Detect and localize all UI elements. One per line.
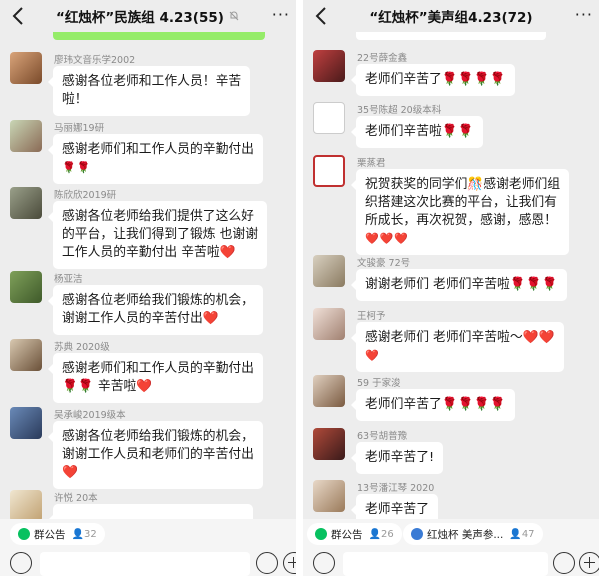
previous-bubble-tail xyxy=(53,32,265,40)
back-arrow-icon[interactable] xyxy=(311,4,333,28)
avatar[interactable] xyxy=(313,480,345,512)
group-announcement-chip[interactable]: 群公告 👤32 xyxy=(10,523,105,545)
avatar[interactable] xyxy=(313,155,345,187)
avatar[interactable] xyxy=(313,375,345,407)
announcement-count: 👤26 xyxy=(368,528,394,540)
avatar[interactable] xyxy=(10,339,42,371)
announcement-label: 群公告 xyxy=(34,528,66,541)
message-bubble[interactable]: 感谢各位老师给我们提供了这么好 的平台，让我们得到了锻炼 也谢谢 工作人员的辛勤… xyxy=(47,201,268,269)
input-area: 群公告 👤26 红烛杯 美声参... 👤47 xyxy=(303,519,599,576)
voice-icon[interactable] xyxy=(10,552,32,574)
pinned-label: 红烛杯 美声参... xyxy=(427,528,504,541)
message-bubble[interactable]: 谢谢老师们 老师们辛苦啦🌹🌹🌹 xyxy=(351,269,567,301)
message-bubble[interactable]: 老师们辛苦啦🌹🌹 xyxy=(351,116,483,148)
message-bubble[interactable]: 感谢各位老师给我们锻炼的机会， 谢谢工作人员的辛苦付出❤️ xyxy=(48,285,263,335)
voice-icon[interactable] xyxy=(313,552,335,574)
avatar[interactable] xyxy=(10,187,42,219)
mute-bell-icon xyxy=(229,11,239,21)
avatar[interactable] xyxy=(10,490,42,522)
left-header: “红烛杯”民族组 4.23(55) ··· xyxy=(0,0,296,32)
sender-name: 22号薛金鑫 xyxy=(357,53,408,64)
announcement-icon xyxy=(18,528,30,540)
message-bubble[interactable]: 感谢老师们和工作人员的辛勤付出 🌹🌹 xyxy=(48,134,263,184)
emoji-icon[interactable] xyxy=(553,552,575,574)
previous-bubble-tail xyxy=(356,32,546,40)
sender-name: 文骏豪 72号 xyxy=(357,258,411,269)
message-bubble[interactable]: 老师们辛苦了🌹🌹🌹🌹 xyxy=(351,389,515,421)
pinned-count: 👤47 xyxy=(509,528,535,540)
message-bubble[interactable]: 感谢各位老师给我们锻炼的机会， 谢谢工作人员和老师们的辛苦付出 ❤️ xyxy=(48,421,263,489)
announcement-label: 群公告 xyxy=(331,528,363,541)
avatar[interactable] xyxy=(313,50,345,82)
chat-title: “红烛杯”民族组 4.23(55) xyxy=(56,10,224,26)
sender-name: 许悦 20本 xyxy=(54,493,98,504)
sender-name: 栗蒸君 xyxy=(357,158,386,169)
avatar[interactable] xyxy=(10,120,42,152)
avatar[interactable] xyxy=(313,255,345,287)
sender-name: 13号潘江琴 2020 xyxy=(357,483,435,494)
avatar[interactable] xyxy=(313,428,345,460)
panel-divider xyxy=(296,0,303,576)
announcement-count: 👤32 xyxy=(71,528,97,540)
avatar[interactable] xyxy=(10,271,42,303)
sender-name: 陈欣欣2019研 xyxy=(54,190,117,201)
back-arrow-icon[interactable] xyxy=(8,4,30,28)
right-chat-panel: “红烛杯”美声组4.23(72) ··· 22号薛金鑫 老师们辛苦了🌹🌹🌹🌹 3… xyxy=(303,0,599,576)
sender-name: 杨亚洁 xyxy=(54,274,83,285)
plus-icon[interactable] xyxy=(579,552,599,574)
more-icon[interactable]: ··· xyxy=(575,4,593,26)
right-header: “红烛杯”美声组4.23(72) ··· xyxy=(303,0,599,32)
sender-name: 马丽娜19研 xyxy=(54,123,105,134)
message-input[interactable] xyxy=(343,552,548,576)
input-area: 群公告 👤32 xyxy=(0,519,296,576)
sender-name: 吴承峻2019级本 xyxy=(54,410,126,421)
sender-name: 59 于家浚 xyxy=(357,378,401,389)
input-row xyxy=(0,549,296,576)
message-input[interactable] xyxy=(40,552,250,576)
input-row xyxy=(303,549,599,576)
avatar[interactable] xyxy=(10,407,42,439)
pinned-icon xyxy=(411,528,423,540)
message-bubble[interactable]: 感谢老师们 老师们辛苦啦～❤️❤️ ❤️ xyxy=(351,322,564,372)
message-bubble[interactable]: 老师辛苦了! xyxy=(350,442,444,474)
avatar[interactable] xyxy=(313,308,345,340)
pinned-message-chip[interactable]: 红烛杯 美声参... 👤47 xyxy=(403,523,543,545)
emoji-icon[interactable] xyxy=(256,552,278,574)
sender-name: 63号胡普豫 xyxy=(357,431,408,442)
message-bubble[interactable]: 老师们辛苦了🌹🌹🌹🌹 xyxy=(351,64,515,96)
chat-title: “红烛杯”美声组4.23(72) xyxy=(369,10,533,26)
plus-icon[interactable] xyxy=(283,552,296,574)
avatar[interactable] xyxy=(10,52,42,84)
group-announcement-chip[interactable]: 群公告 👤26 xyxy=(307,523,402,545)
announcement-icon xyxy=(315,528,327,540)
avatar[interactable] xyxy=(313,102,345,134)
more-icon[interactable]: ··· xyxy=(272,4,290,26)
message-bubble[interactable]: 祝贺获奖的同学们🎊感谢老师们组 织搭建这次比赛的平台，让我们有 所成长，再次祝贺… xyxy=(350,169,570,255)
left-chat-panel: “红烛杯”民族组 4.23(55) ··· 廖玮文音乐学2002 感谢各位老师和… xyxy=(0,0,296,576)
sender-name: 王柯予 xyxy=(357,311,386,322)
message-bubble[interactable]: 感谢老师们和工作人员的辛勤付出 🌹🌹 辛苦啦❤️ xyxy=(48,353,263,403)
sender-name: 35号陈超 20级本科 xyxy=(357,105,442,116)
message-bubble[interactable]: 感谢各位老师和工作人员！辛苦 啦！ xyxy=(47,66,251,116)
sender-name: 苏典 2020级 xyxy=(54,342,110,353)
sender-name: 廖玮文音乐学2002 xyxy=(54,55,136,66)
